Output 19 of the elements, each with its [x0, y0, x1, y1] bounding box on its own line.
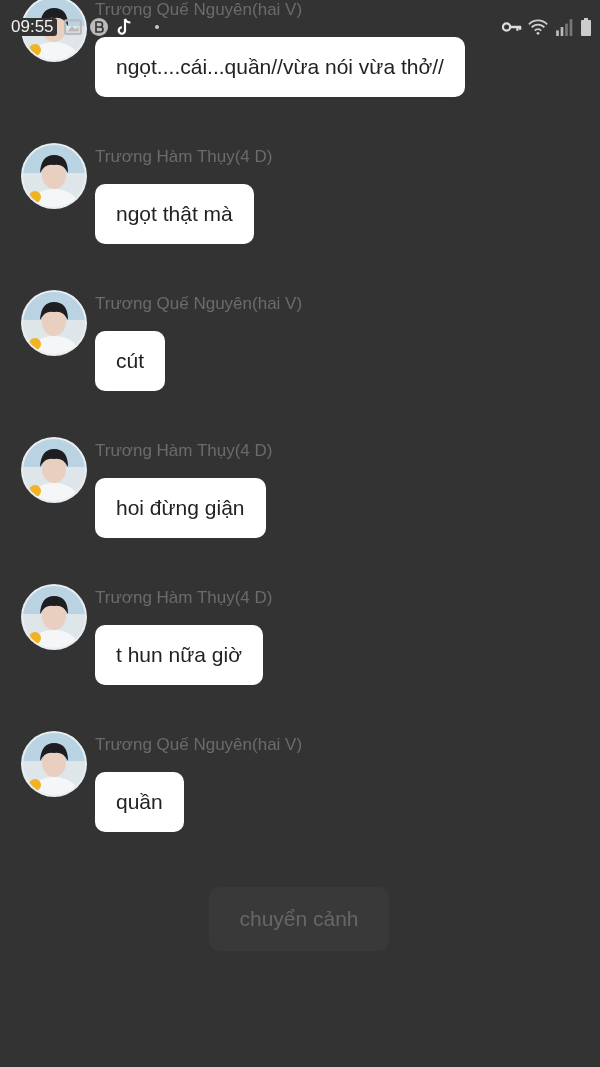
- sender-name: Trương Hàm Thụy(4 D): [95, 588, 273, 608]
- dot-icon: [154, 25, 159, 29]
- circle-letter-icon: [88, 18, 109, 36]
- message-bubble: hoi đừng giận: [95, 478, 266, 538]
- sender-name: Trương Quế Nguyên(hai V): [95, 0, 303, 20]
- sender-name: Trương Hàm Thụy(4 D): [95, 147, 273, 167]
- sender-name: Trương Hàm Thụy(4 D): [95, 441, 273, 461]
- signal-icon: [554, 18, 574, 36]
- battery-icon: [580, 18, 592, 36]
- image-icon: [62, 18, 83, 36]
- message-bubble: t hun nữa giờ: [95, 625, 263, 685]
- message-bubble: ngọt....cái...quần//vừa nói vừa thở//: [95, 37, 465, 97]
- status-time: 09:55: [8, 18, 57, 36]
- wifi-icon: [528, 18, 548, 36]
- message-bubble: quần: [95, 772, 184, 832]
- sender-name: Trương Quế Nguyên(hai V): [95, 294, 303, 314]
- sender-name: Trương Quế Nguyên(hai V): [95, 735, 303, 755]
- message-bubble: ngọt thật mà: [95, 184, 254, 244]
- message-bubble: cút: [95, 331, 165, 391]
